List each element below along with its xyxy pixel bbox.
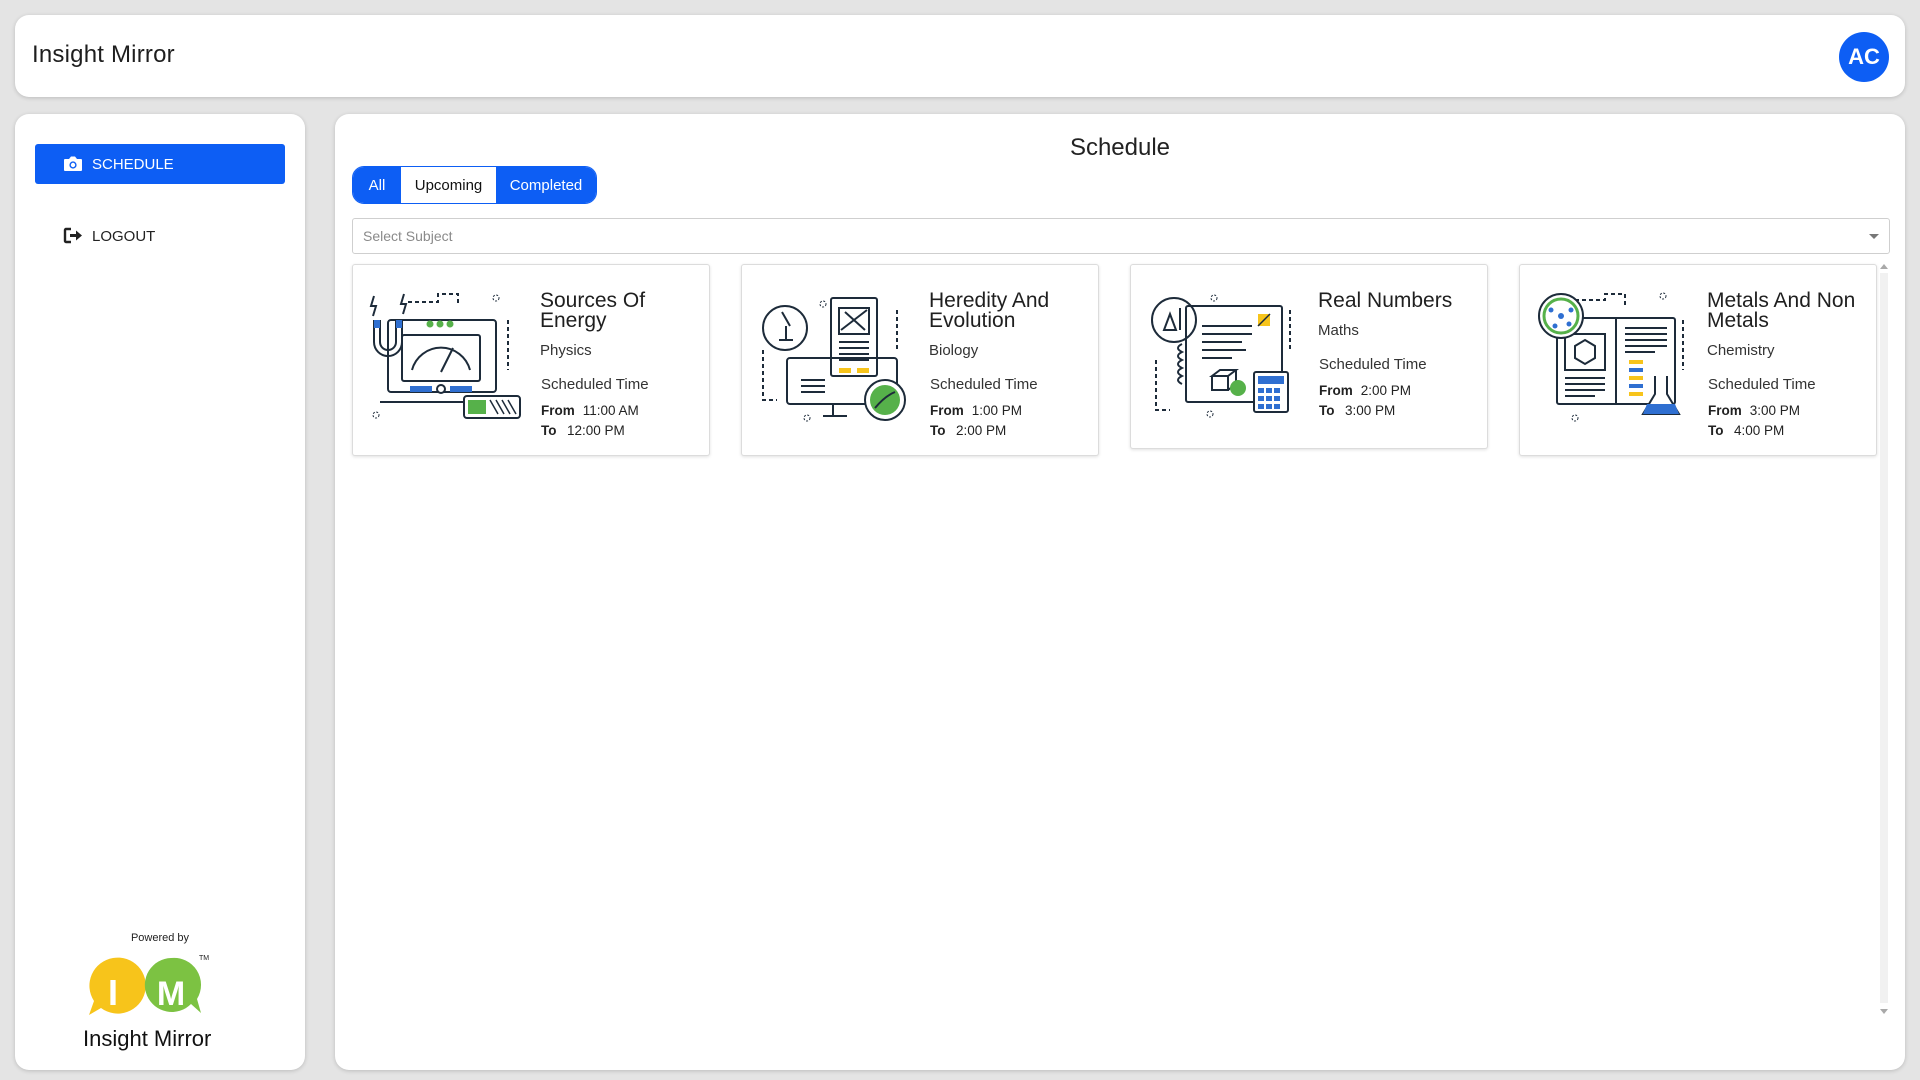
logo-text: Insight Mirror [83, 1026, 211, 1051]
to-label: To [930, 423, 946, 438]
from-time: From 2:00 PM [1319, 383, 1411, 398]
to-time: To 3:00 PM [1319, 403, 1395, 418]
sidebar-item-logout[interactable]: LOGOUT [35, 216, 285, 256]
from-label: From [930, 403, 964, 418]
card-subject: Chemistry [1707, 342, 1775, 359]
card-title: Real Numbers [1318, 289, 1453, 312]
tab-upcoming[interactable]: Upcoming [401, 167, 496, 203]
scheduled-time-label: Scheduled Time [1708, 376, 1816, 393]
physics-illustration-icon [369, 293, 521, 419]
tab-all[interactable]: All [353, 167, 401, 203]
scrollbar-track[interactable] [1880, 273, 1888, 1003]
to-value: 3:00 PM [1345, 403, 1396, 418]
to-label: To [541, 423, 557, 438]
card-title: Heredity And Evolution [929, 289, 1050, 332]
maths-illustration-icon [1151, 294, 1291, 418]
card-title: Metals And Non Metals [1707, 289, 1856, 332]
sidebar-item-schedule[interactable]: SCHEDULE [35, 144, 285, 184]
main-panel: Schedule All Upcoming Completed Select S… [335, 114, 1905, 1070]
logo-letter-m: M [157, 975, 185, 1013]
insight-mirror-logo: I M TM Insight Mirror [83, 955, 211, 1051]
camera-icon [63, 155, 85, 173]
schedule-card[interactable]: Sources Of Energy Physics Scheduled Time… [352, 264, 710, 456]
from-label: From [1319, 383, 1353, 398]
top-bar: Insight Mirror AC [15, 15, 1905, 97]
to-value: 12:00 PM [567, 423, 625, 438]
from-time: From 1:00 PM [930, 403, 1022, 418]
tab-completed[interactable]: Completed [496, 167, 596, 203]
scheduled-time-label: Scheduled Time [541, 376, 649, 393]
to-label: To [1708, 423, 1724, 438]
card-subject: Physics [540, 342, 592, 359]
from-time: From 3:00 PM [1708, 403, 1800, 418]
card-list: Sources Of Energy Physics Scheduled Time… [352, 264, 1877, 1014]
subject-select[interactable]: Select Subject [352, 218, 1890, 254]
sidebar-item-label: LOGOUT [92, 227, 156, 245]
to-time: To 2:00 PM [930, 423, 1006, 438]
powered-by-label: Powered by [130, 932, 190, 944]
schedule-card[interactable]: Real Numbers Maths Scheduled Time From 2:… [1130, 264, 1488, 449]
biology-illustration-icon [762, 297, 906, 422]
to-time: To 12:00 PM [541, 423, 625, 438]
schedule-card[interactable]: Heredity And Evolution Biology Scheduled… [741, 264, 1099, 456]
from-label: From [541, 403, 575, 418]
logo-letter-i: I [108, 972, 118, 1013]
subject-select-placeholder: Select Subject [363, 228, 453, 244]
sidebar-item-label: SCHEDULE [92, 155, 174, 173]
from-time: From 11:00 AM [541, 403, 639, 418]
chemistry-illustration-icon [1538, 292, 1684, 422]
card-title: Sources Of Energy [540, 289, 646, 332]
from-value: 2:00 PM [1360, 383, 1412, 398]
schedule-card[interactable]: Metals And Non Metals Chemistry Schedule… [1519, 264, 1877, 456]
card-list-scrollbar[interactable] [1877, 261, 1891, 1017]
logo-trademark: TM [199, 955, 209, 962]
to-value: 2:00 PM [956, 423, 1007, 438]
chevron-down-icon [1869, 234, 1879, 239]
scroll-up-icon[interactable] [1880, 264, 1888, 269]
from-value: 3:00 PM [1749, 403, 1801, 418]
app-brand: Insight Mirror [32, 41, 175, 68]
card-subject: Maths [1318, 322, 1359, 339]
to-time: To 4:00 PM [1708, 423, 1784, 438]
scroll-down-icon[interactable] [1880, 1009, 1888, 1014]
to-value: 4:00 PM [1734, 423, 1785, 438]
user-avatar[interactable]: AC [1839, 32, 1889, 82]
scheduled-time-label: Scheduled Time [930, 376, 1038, 393]
sidebar: SCHEDULE LOGOUT Powered by I M TM Insigh… [15, 114, 305, 1070]
to-label: To [1319, 403, 1335, 418]
filter-tabs: All Upcoming Completed [352, 166, 597, 204]
card-subject: Biology [929, 342, 979, 359]
from-value: 11:00 AM [582, 403, 639, 418]
from-label: From [1708, 403, 1742, 418]
from-value: 1:00 PM [971, 403, 1023, 418]
scheduled-time-label: Scheduled Time [1319, 356, 1427, 373]
logout-icon [63, 227, 85, 245]
page-title: Schedule [1069, 134, 1171, 161]
